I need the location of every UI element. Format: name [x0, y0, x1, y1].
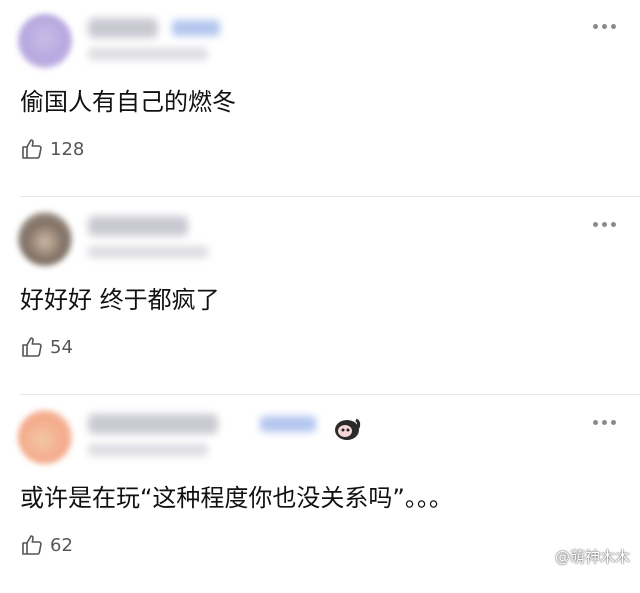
comment-text: 或许是在玩“这种程度你也没关系吗”。。。	[20, 484, 453, 512]
username-blurred[interactable]	[88, 18, 158, 38]
thumbs-up-icon	[22, 337, 42, 357]
comment-meta-blurred	[88, 48, 208, 60]
like-count: 128	[50, 138, 85, 160]
thumbs-up-icon	[22, 139, 42, 159]
user-badge-blurred	[172, 20, 220, 36]
comment-text: 好好好 终于都疯了	[20, 286, 220, 314]
weibo-logo-icon	[535, 550, 550, 564]
comment-item: 偷国人有自己的燃冬 128	[0, 0, 640, 197]
comment-meta-blurred	[88, 444, 208, 456]
thumbs-up-icon	[22, 535, 42, 555]
username-blurred[interactable]	[88, 414, 218, 434]
like-count: 62	[50, 534, 73, 556]
avatar[interactable]	[18, 14, 72, 68]
divider	[20, 394, 640, 395]
more-dots-icon[interactable]	[593, 420, 616, 425]
more-dots-icon[interactable]	[593, 222, 616, 227]
watermark: @萌神木木	[535, 546, 630, 567]
comment-item: 好好好 终于都疯了 54	[0, 198, 640, 395]
user-badge-blurred	[260, 416, 316, 432]
like-button[interactable]: 128	[20, 137, 84, 161]
username-blurred[interactable]	[88, 216, 188, 236]
avatar[interactable]	[18, 410, 72, 464]
like-button[interactable]: 54	[20, 335, 73, 359]
more-dots-icon[interactable]	[593, 24, 616, 29]
divider	[20, 196, 640, 197]
avatar[interactable]	[18, 212, 72, 266]
like-count: 54	[50, 336, 73, 358]
comment-text: 偷国人有自己的燃冬	[20, 88, 236, 116]
sticker-icon	[335, 418, 361, 440]
watermark-label: @萌神木木	[554, 548, 630, 566]
like-button[interactable]: 62	[20, 533, 73, 557]
comment-meta-blurred	[88, 246, 208, 258]
